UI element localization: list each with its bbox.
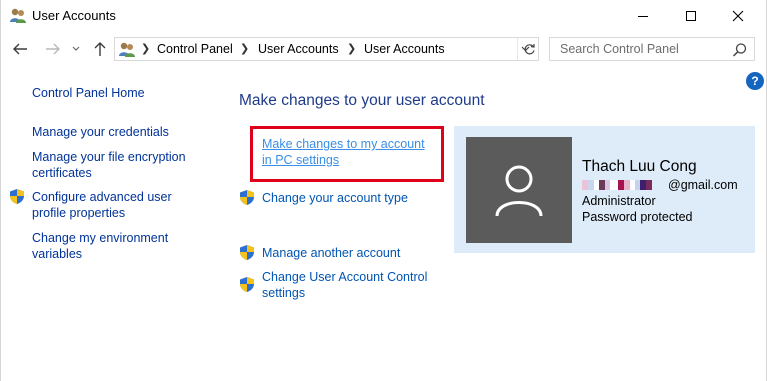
forward-button[interactable]	[42, 37, 64, 61]
up-button[interactable]	[89, 37, 111, 61]
breadcrumb-user-accounts[interactable]: User Accounts	[258, 42, 339, 56]
forward-arrow-icon	[46, 43, 60, 55]
back-arrow-icon	[13, 43, 27, 55]
sidebar-item-label: profile properties	[32, 206, 126, 220]
account-role: Administrator	[582, 194, 656, 208]
account-password-status: Password protected	[582, 210, 693, 224]
sidebar-item-environment-variables[interactable]: Change my environment variables	[32, 230, 168, 262]
address-divider	[517, 38, 518, 60]
title-bar: User Accounts	[1, 0, 767, 32]
link-label: in PC settings	[262, 153, 340, 167]
back-button[interactable]	[9, 37, 31, 61]
link-label: Change User Account Control	[262, 270, 428, 284]
breadcrumb-user-accounts-current[interactable]: User Accounts	[364, 42, 445, 56]
sidebar-item-file-encryption[interactable]: Manage your file encryption certificates	[32, 149, 186, 181]
user-accounts-icon	[10, 8, 26, 23]
link-label: settings	[262, 286, 306, 300]
control-panel-icon	[119, 42, 135, 57]
avatar	[466, 137, 572, 243]
sidebar-item-label: certificates	[32, 166, 92, 180]
email-redacted	[582, 180, 662, 190]
pc-settings-link[interactable]: Make changes to my account in PC setting…	[262, 136, 425, 168]
address-bar[interactable]: ❯ Control Panel ❯ User Accounts ❯ User A…	[114, 37, 539, 61]
page-title: Make changes to your user account	[239, 92, 485, 109]
sidebar-item-label: Configure advanced user	[32, 190, 172, 204]
chevron-down-icon	[72, 46, 80, 51]
sidebar-item-advanced-profile[interactable]: Configure advanced user profile properti…	[32, 189, 172, 221]
sidebar-item-label: Manage your file encryption	[32, 150, 186, 164]
user-accounts-window: User Accounts ❯ Control Panel ❯ User Acc	[0, 0, 767, 381]
sidebar-item-control-panel-home[interactable]: Control Panel Home	[32, 85, 145, 101]
close-button[interactable]	[715, 0, 761, 31]
shield-icon	[240, 245, 254, 260]
maximize-button[interactable]	[668, 0, 714, 31]
breadcrumb-separator-icon[interactable]: ❯	[141, 42, 150, 55]
sidebar-item-label: Change my environment	[32, 231, 169, 245]
search-icon[interactable]	[731, 41, 749, 59]
shield-icon	[10, 189, 24, 204]
refresh-button[interactable]	[519, 38, 539, 60]
search-box[interactable]: Search Control Panel	[549, 37, 755, 61]
window-title: User Accounts	[32, 8, 116, 23]
close-icon	[732, 10, 744, 21]
breadcrumb-control-panel[interactable]: Control Panel	[157, 42, 233, 56]
help-icon: ?	[751, 74, 759, 88]
up-arrow-icon	[94, 42, 106, 56]
sidebar-item-manage-credentials[interactable]: Manage your credentials	[32, 124, 169, 140]
account-email: @gmail.com	[668, 178, 738, 192]
shield-icon	[240, 277, 254, 292]
breadcrumb-separator-icon[interactable]: ❯	[347, 42, 356, 55]
help-button[interactable]: ?	[746, 72, 764, 90]
account-name: Thach Luu Cong	[582, 158, 697, 175]
minimize-button[interactable]	[620, 0, 666, 31]
change-account-type-link[interactable]: Change your account type	[262, 190, 408, 206]
refresh-icon	[524, 43, 535, 54]
shield-icon	[240, 190, 254, 205]
manage-another-account-link[interactable]: Manage another account	[262, 245, 400, 261]
user-icon	[495, 165, 543, 217]
recent-locations-button[interactable]	[69, 37, 83, 61]
minimize-icon	[638, 15, 648, 17]
sidebar-item-label: variables	[32, 247, 83, 261]
maximize-icon	[686, 10, 696, 21]
breadcrumb-separator-icon[interactable]: ❯	[240, 42, 249, 55]
search-input[interactable]: Search Control Panel	[560, 42, 679, 56]
uac-settings-link[interactable]: Change User Account Control settings	[262, 269, 427, 301]
link-label: Make changes to my account	[262, 137, 425, 151]
